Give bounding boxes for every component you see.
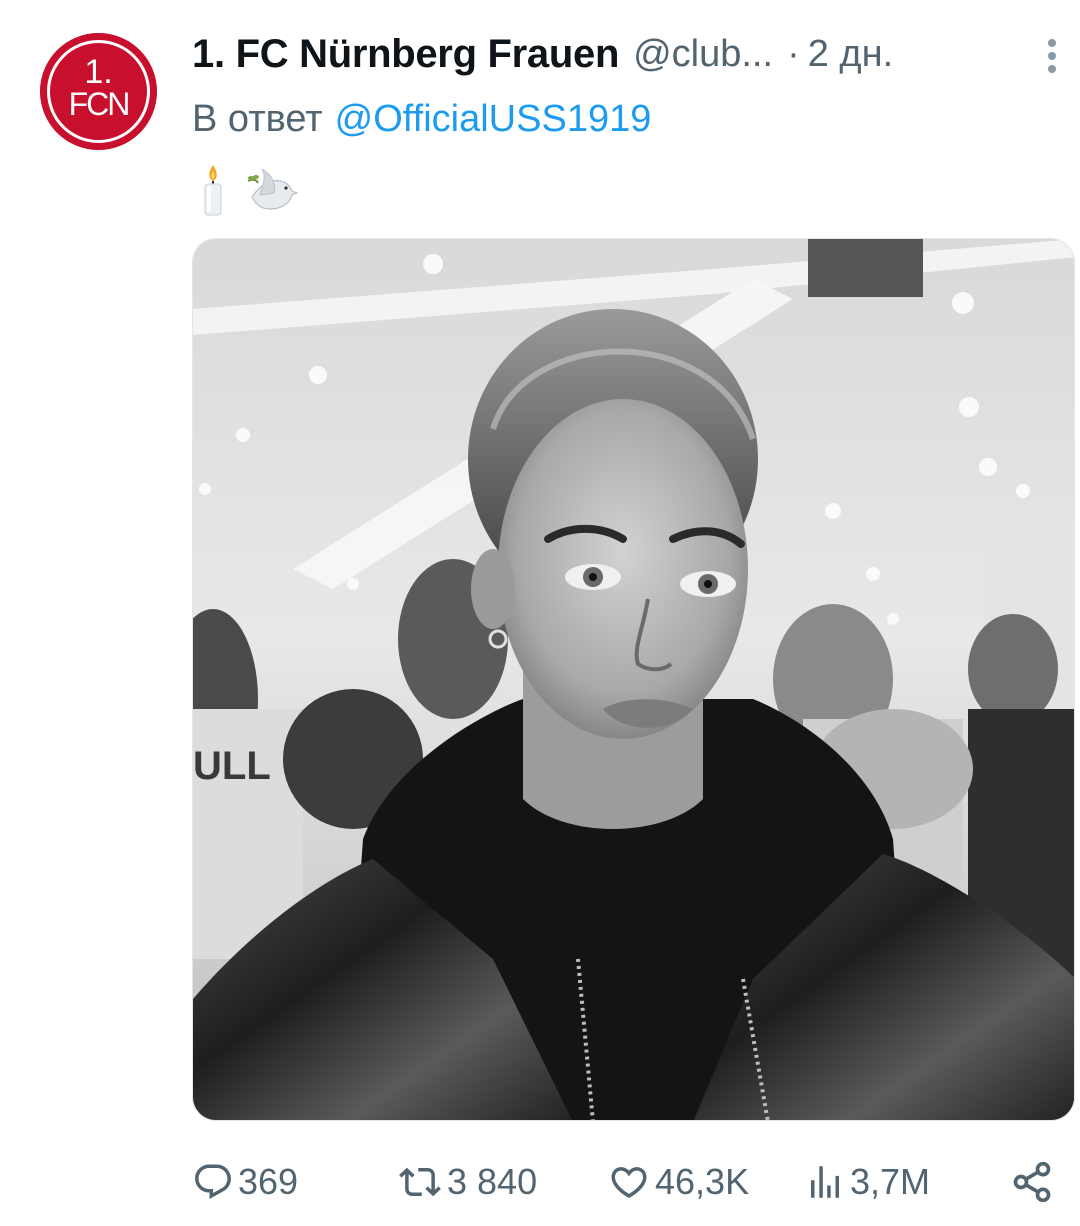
like-button[interactable]: 46,3K [607,1150,749,1214]
separator: · [787,32,800,75]
reply-count: 369 [238,1161,299,1202]
share-button[interactable] [1010,1150,1058,1214]
author-display-name[interactable]: 1. FC Nürnberg Frauen [192,32,619,77]
candle-emoji [204,165,222,216]
views-icon [804,1161,846,1203]
reply-icon [192,1161,234,1203]
author-handle[interactable]: @club... [633,33,773,76]
share-icon [1010,1160,1054,1204]
fcn-logo-icon: 1. FCN [40,33,157,150]
reply-context: В ответ @OfficialUSS1919 [192,92,651,146]
dove-emoji [247,168,298,210]
tweet[interactable]: 1. FCN 1. FC Nürnberg Frauen @club... · … [0,0,1080,1226]
more-vertical-icon [1048,39,1056,73]
svg-text:ULL: ULL [193,744,271,788]
views-button[interactable]: 3,7M [804,1150,930,1214]
avatar[interactable]: 1. FCN [40,33,157,150]
repost-icon [397,1161,443,1203]
views-count: 3,7M [850,1161,931,1202]
timestamp[interactable]: 2 дн. [808,33,893,76]
repost-count: 3 840 [447,1161,538,1202]
like-count: 46,3K [655,1161,750,1202]
more-options-button[interactable] [1030,34,1074,78]
reply-to-link[interactable]: @OfficialUSS1919 [335,98,652,141]
portrait-photo: ULL [193,239,1074,1120]
heart-icon [607,1161,651,1203]
logo-text-bottom: FCN [69,86,129,122]
reply-button[interactable]: 369 [192,1150,298,1214]
repost-button[interactable]: 3 840 [397,1150,537,1214]
tweet-actions: 369 3 840 46,3K 3,7M [192,1150,1062,1214]
reply-prefix: В ответ [192,97,323,140]
tweet-header: 1. FC Nürnberg Frauen @club... · 2 дн. [192,24,1052,84]
tweet-text [196,160,298,220]
tweet-photo[interactable]: ULL [192,238,1075,1121]
